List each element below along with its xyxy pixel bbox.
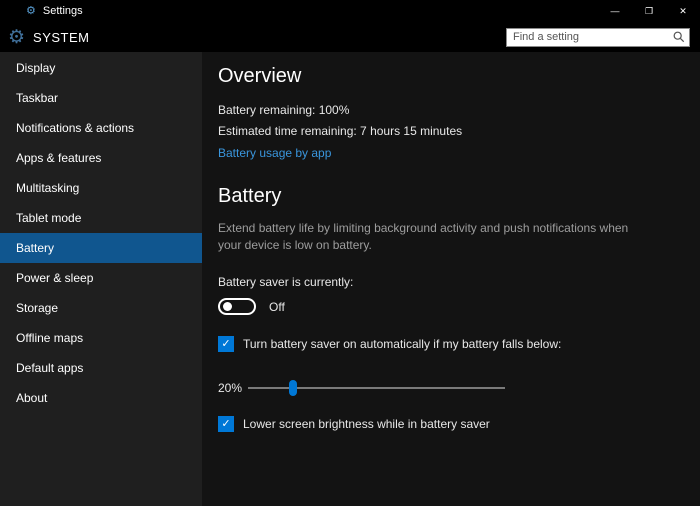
battery-saver-toggle-row: Off: [218, 298, 684, 315]
lower-brightness-label: Lower screen brightness while in battery…: [243, 417, 490, 431]
threshold-slider-row: 20%: [218, 379, 684, 397]
battery-saver-toggle[interactable]: [218, 298, 256, 315]
battery-threshold-slider[interactable]: [248, 379, 505, 397]
search-box[interactable]: [506, 27, 690, 47]
sidebar-item-offline-maps[interactable]: Offline maps: [0, 323, 202, 353]
window-title: Settings: [42, 5, 83, 17]
maximize-button[interactable]: ❐: [632, 0, 666, 22]
titlebar: ⚙ Settings — ❐ ✕: [0, 0, 700, 22]
search-icon[interactable]: [672, 30, 686, 44]
battery-saver-label: Battery saver is currently:: [218, 275, 354, 289]
auto-saver-row: ✓ Turn battery saver on automatically if…: [218, 336, 684, 352]
slider-track[interactable]: [248, 387, 505, 389]
sidebar-item-apps-features[interactable]: Apps & features: [0, 143, 202, 173]
window-controls: — ❐ ✕: [598, 0, 700, 22]
sidebar-item-multitasking[interactable]: Multitasking: [0, 173, 202, 203]
settings-window: ⚙ Settings — ❐ ✕ ⚙ SYSTEM Display Taskba…: [0, 0, 700, 506]
system-gear-icon: ⚙: [8, 26, 26, 48]
sidebar-item-storage[interactable]: Storage: [0, 293, 202, 323]
header-title-group: ⚙ SYSTEM: [8, 28, 90, 47]
battery-heading: Battery: [218, 185, 282, 207]
sidebar-item-power-sleep[interactable]: Power & sleep: [0, 263, 202, 293]
overview-heading: Overview: [218, 65, 302, 87]
sidebar-item-display[interactable]: Display: [0, 53, 202, 83]
sidebar: Display Taskbar Notifications & actions …: [0, 52, 202, 506]
sidebar-item-tablet-mode[interactable]: Tablet mode: [0, 203, 202, 233]
battery-remaining-text: Battery remaining: 100%: [218, 103, 350, 117]
battery-usage-link[interactable]: Battery usage by app: [218, 146, 331, 160]
estimated-time-text: Estimated time remaining: 7 hours 15 min…: [218, 124, 463, 138]
lower-brightness-checkbox[interactable]: ✓: [218, 416, 234, 432]
sidebar-item-default-apps[interactable]: Default apps: [0, 353, 202, 383]
battery-saver-state: Off: [269, 299, 285, 314]
app-body: Display Taskbar Notifications & actions …: [0, 52, 700, 506]
titlebar-app-identity: ⚙ Settings: [0, 5, 83, 17]
lower-brightness-row: ✓ Lower screen brightness while in batte…: [218, 416, 684, 432]
main-content: Overview Battery remaining: 100% Estimat…: [202, 52, 700, 506]
minimize-button[interactable]: —: [598, 0, 632, 22]
toggle-knob: [223, 302, 232, 311]
sidebar-item-notifications[interactable]: Notifications & actions: [0, 113, 202, 143]
sidebar-item-battery[interactable]: Battery: [0, 233, 202, 263]
threshold-value: 20%: [218, 381, 243, 395]
slider-thumb[interactable]: [289, 380, 298, 396]
auto-saver-label: Turn battery saver on automatically if m…: [243, 337, 562, 351]
search-input[interactable]: [507, 31, 672, 43]
close-button[interactable]: ✕: [666, 0, 700, 22]
auto-saver-checkbox[interactable]: ✓: [218, 336, 234, 352]
sidebar-item-taskbar[interactable]: Taskbar: [0, 83, 202, 113]
header: ⚙ SYSTEM: [0, 22, 700, 52]
battery-description: Extend battery life by limiting backgrou…: [218, 221, 629, 252]
page-title: SYSTEM: [33, 29, 90, 45]
settings-gear-icon: ⚙: [26, 4, 36, 17]
sidebar-item-about[interactable]: About: [0, 383, 202, 413]
